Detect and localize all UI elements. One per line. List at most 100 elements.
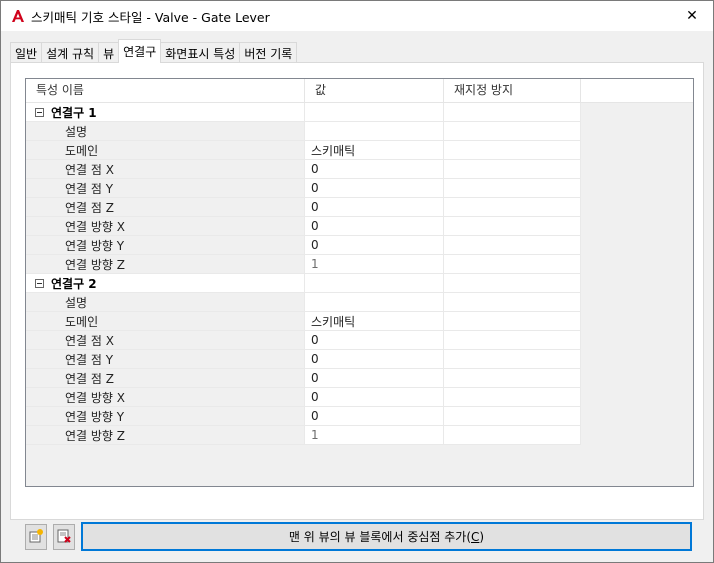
prevent-override-cell[interactable] bbox=[444, 122, 581, 140]
prevent-override-cell[interactable] bbox=[444, 350, 581, 368]
property-value-cell[interactable]: 0 bbox=[305, 198, 444, 216]
prevent-override-cell[interactable] bbox=[444, 369, 581, 387]
add-center-point-mnemonic: C bbox=[471, 529, 480, 544]
table-row[interactable]: 연결 점 X0 bbox=[26, 160, 581, 179]
add-center-point-button[interactable]: 맨 위 뷰의 뷰 블록에서 중심점 추가(C) bbox=[81, 522, 692, 551]
property-name-cell: 연결 방향 Z bbox=[26, 255, 305, 273]
property-value-cell: 1 bbox=[305, 255, 444, 273]
dialog-window: 스키매틱 기호 스타일 - Valve - Gate Lever ✕ 일반 설계 … bbox=[0, 0, 714, 563]
group-label: 연결구 1 bbox=[51, 105, 97, 120]
collapse-icon[interactable] bbox=[35, 278, 44, 288]
property-name-cell: 연결 방향 Y bbox=[26, 407, 305, 425]
tab-page-connectors: 특성 이름 값 재지정 방지 연결구 1 설명 도메인 스키매틱 연결 점 X 0 연결 점… bbox=[10, 62, 704, 520]
tab-2[interactable]: 뷰 bbox=[98, 42, 120, 63]
prevent-override-cell[interactable] bbox=[444, 331, 581, 349]
title-bar[interactable]: 스키매틱 기호 스타일 - Valve - Gate Lever ✕ bbox=[1, 1, 713, 31]
prevent-override-cell[interactable] bbox=[444, 236, 581, 254]
tab-0[interactable]: 일반 bbox=[10, 42, 43, 63]
header-value[interactable]: 값 bbox=[305, 79, 444, 102]
group-label: 연결구 2 bbox=[51, 276, 97, 291]
group-name-cell[interactable]: 연결구 2 bbox=[26, 274, 305, 292]
add-connector-icon bbox=[28, 528, 44, 547]
delete-connector-button[interactable] bbox=[53, 524, 75, 550]
tab-5[interactable]: 버전 기록 bbox=[239, 42, 298, 63]
grid-rows: 연결구 1 설명 도메인 스키매틱 연결 점 X 0 연결 점 Y 0 연결 점 Z 0 연결 방향… bbox=[26, 103, 581, 445]
grid-header: 특성 이름 값 재지정 방지 bbox=[26, 79, 581, 103]
property-value-cell[interactable]: 0 bbox=[305, 407, 444, 425]
tab-strip: 일반 설계 규칙 뷰 연결구 화면표시 특성 버전 기록 bbox=[10, 39, 298, 63]
group-name-cell[interactable]: 연결구 1 bbox=[26, 103, 305, 121]
property-value-cell[interactable]: 스키매틱 bbox=[305, 141, 444, 159]
prevent-override-cell[interactable] bbox=[444, 217, 581, 235]
property-value-cell[interactable]: 0 bbox=[305, 179, 444, 197]
property-name-cell: 연결 점 Z bbox=[26, 198, 305, 216]
table-row[interactable]: 연결 점 Z0 bbox=[26, 198, 581, 217]
property-value-cell[interactable]: 0 bbox=[305, 369, 444, 387]
property-name-cell: 연결 방향 Z bbox=[26, 426, 305, 444]
table-row[interactable]: 연결 점 X0 bbox=[26, 331, 581, 350]
tab-4[interactable]: 화면표시 특성 bbox=[160, 42, 241, 63]
table-row[interactable]: 연결 점 Y0 bbox=[26, 350, 581, 369]
property-name-cell: 설명 bbox=[26, 122, 305, 140]
tab-3[interactable]: 연결구 bbox=[118, 39, 162, 63]
table-row[interactable]: 연결 방향 Z1 bbox=[26, 426, 581, 445]
table-row[interactable]: 연결 방향 Z1 bbox=[26, 255, 581, 274]
table-row[interactable]: 연결 방향 Y0 bbox=[26, 407, 581, 426]
property-grid: 특성 이름 값 재지정 방지 연결구 1 설명 도메인 스키매틱 연결 점 X 0 연결 점… bbox=[25, 78, 694, 487]
table-row[interactable]: 연결 방향 X0 bbox=[26, 388, 581, 407]
window-title: 스키매틱 기호 스타일 - Valve - Gate Lever bbox=[31, 9, 270, 25]
prevent-override-cell[interactable] bbox=[444, 198, 581, 216]
property-name-cell: 연결 점 Y bbox=[26, 350, 305, 368]
delete-connector-icon bbox=[56, 528, 72, 547]
property-value-cell[interactable]: 0 bbox=[305, 160, 444, 178]
header-property-name[interactable]: 특성 이름 bbox=[26, 79, 305, 102]
table-row[interactable]: 설명 bbox=[26, 122, 581, 141]
tab-1[interactable]: 설계 규칙 bbox=[41, 42, 100, 63]
header-prevent-override[interactable]: 재지정 방지 bbox=[444, 79, 581, 102]
property-name-cell: 연결 점 Y bbox=[26, 179, 305, 197]
property-name-cell: 연결 방향 X bbox=[26, 217, 305, 235]
prevent-override-cell[interactable] bbox=[444, 388, 581, 406]
prevent-override-cell[interactable] bbox=[444, 141, 581, 159]
property-name-cell: 연결 점 X bbox=[26, 160, 305, 178]
table-row[interactable]: 연결 방향 Y0 bbox=[26, 236, 581, 255]
add-center-point-suffix: ) bbox=[479, 529, 485, 544]
prevent-override-cell[interactable] bbox=[444, 407, 581, 425]
property-name-cell: 도메인 bbox=[26, 312, 305, 330]
group-value-cell bbox=[305, 103, 444, 121]
close-button[interactable]: ✕ bbox=[671, 1, 713, 31]
table-row[interactable]: 연결 점 Z0 bbox=[26, 369, 581, 388]
property-value-cell[interactable]: 스키매틱 bbox=[305, 312, 444, 330]
property-name-cell: 연결 점 Z bbox=[26, 369, 305, 387]
property-value-cell[interactable]: 0 bbox=[305, 217, 444, 235]
property-name-cell: 연결 점 X bbox=[26, 331, 305, 349]
add-connector-button[interactable] bbox=[25, 524, 47, 550]
prevent-override-cell[interactable] bbox=[444, 179, 581, 197]
property-value-cell[interactable]: 0 bbox=[305, 236, 444, 254]
grid-header-filler bbox=[581, 79, 693, 103]
group-row[interactable]: 연결구 1 bbox=[26, 103, 581, 122]
table-row[interactable]: 도메인 스키매틱 bbox=[26, 312, 581, 331]
property-name-cell: 연결 방향 X bbox=[26, 388, 305, 406]
prevent-override-cell[interactable] bbox=[444, 160, 581, 178]
prevent-override-cell[interactable] bbox=[444, 426, 581, 444]
prevent-override-cell[interactable] bbox=[444, 255, 581, 273]
collapse-icon[interactable] bbox=[35, 107, 44, 117]
property-value-cell[interactable]: 0 bbox=[305, 388, 444, 406]
group-row[interactable]: 연결구 2 bbox=[26, 274, 581, 293]
property-value-cell[interactable] bbox=[305, 293, 444, 311]
property-name-cell: 연결 방향 Y bbox=[26, 236, 305, 254]
property-value-cell[interactable] bbox=[305, 122, 444, 140]
bottom-toolbar: 맨 위 뷰의 뷰 블록에서 중심점 추가(C) bbox=[1, 519, 713, 562]
group-value-cell bbox=[305, 274, 444, 292]
property-value-cell[interactable]: 0 bbox=[305, 350, 444, 368]
table-row[interactable]: 연결 점 Y0 bbox=[26, 179, 581, 198]
autocad-logo-icon bbox=[11, 9, 25, 23]
prevent-override-cell[interactable] bbox=[444, 312, 581, 330]
property-value-cell[interactable]: 0 bbox=[305, 331, 444, 349]
table-row[interactable]: 도메인 스키매틱 bbox=[26, 141, 581, 160]
property-name-cell: 도메인 bbox=[26, 141, 305, 159]
table-row[interactable]: 설명 bbox=[26, 293, 581, 312]
prevent-override-cell[interactable] bbox=[444, 293, 581, 311]
table-row[interactable]: 연결 방향 X0 bbox=[26, 217, 581, 236]
